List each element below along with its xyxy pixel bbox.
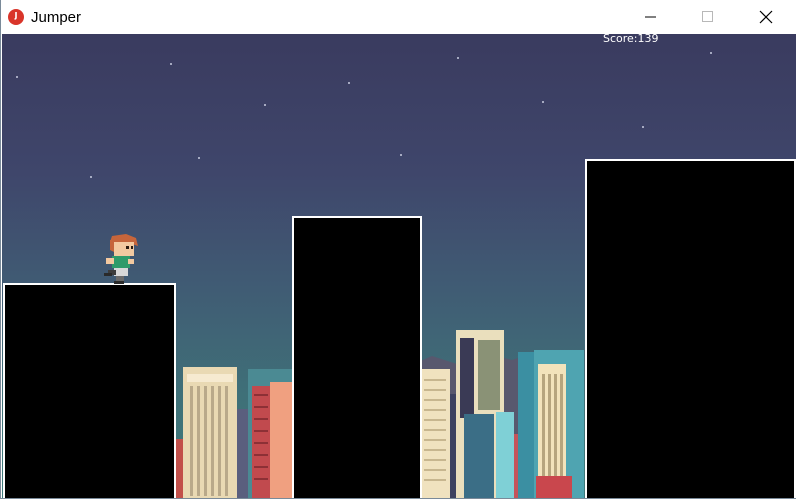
minimize-icon xyxy=(645,16,656,18)
close-icon xyxy=(759,10,773,24)
player-character xyxy=(104,234,138,284)
platform-3 xyxy=(585,159,796,498)
window-title: Jumper xyxy=(31,9,82,26)
minimize-button[interactable] xyxy=(628,0,674,34)
maximize-button[interactable] xyxy=(685,0,731,34)
score-label: Score:139 xyxy=(603,34,659,45)
maximize-icon xyxy=(702,11,713,22)
title-bar[interactable]: Jumper xyxy=(1,0,796,34)
app-icon xyxy=(8,9,24,25)
close-button[interactable] xyxy=(743,0,789,34)
game-canvas[interactable]: Score:139 xyxy=(2,34,796,498)
game-window: Jumper Score:139 xyxy=(0,0,796,499)
platform-1 xyxy=(3,283,176,498)
platform-2 xyxy=(292,216,422,498)
